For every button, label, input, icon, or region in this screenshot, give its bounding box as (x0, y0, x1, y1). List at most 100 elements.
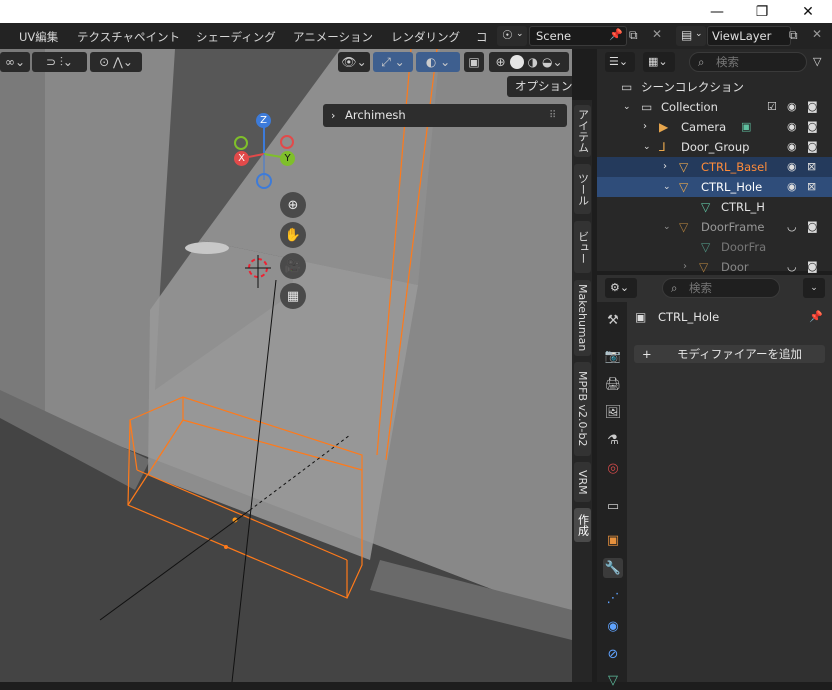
shading-mode-group[interactable]: ⊕ ◑ ◒⌄ (489, 52, 569, 72)
viewlayer-name-field[interactable]: ViewLayer (707, 26, 791, 46)
filter-icon[interactable]: ▽ (813, 52, 832, 72)
particles-icon[interactable]: ⋰ (603, 588, 623, 608)
tab-vrm[interactable]: VRM (574, 462, 591, 502)
outliner-editor-type-button[interactable]: ☰⌄ (605, 52, 635, 72)
add-modifier-button[interactable]: + モディファイアーを追加 (634, 345, 825, 363)
zoom-icon[interactable]: ⊕ (280, 192, 306, 218)
tab-uv-editing[interactable]: UV編集 (19, 23, 58, 49)
tab-mpfb[interactable]: MPFB v2.0-b2 (574, 362, 591, 456)
mesh-data-icon[interactable]: ▽ (603, 670, 623, 690)
tab-animation[interactable]: アニメーション (293, 23, 373, 49)
new-scene-icon[interactable]: ⧉ (629, 28, 638, 43)
options-dropdown[interactable]: オプション ⌄ (507, 76, 572, 97)
chevron-down-icon[interactable]: ⌄ (643, 137, 651, 157)
eye-icon[interactable]: ◉ (787, 97, 797, 117)
eye-icon[interactable]: ◉ (787, 177, 797, 197)
archimesh-panel-header[interactable]: › Archimesh ⠿ (323, 104, 567, 127)
gizmo-x-axis[interactable]: X (234, 151, 249, 166)
material-shading-icon[interactable]: ◑ (528, 55, 538, 69)
view-layer-icon[interactable]: 🖼 (603, 402, 623, 422)
chevron-down-icon[interactable]: ⌄ (623, 97, 631, 117)
chevron-right-icon[interactable]: › (643, 117, 647, 137)
properties-editor-type-button[interactable]: ⚙⌄ (605, 278, 637, 298)
delete-scene-icon[interactable]: ✕ (652, 27, 662, 41)
drag-handle-icon[interactable]: ⠿ (549, 104, 556, 127)
display-mode-button[interactable]: ▦⌄ (643, 52, 675, 72)
tool-settings-icon[interactable]: ⚒ (603, 310, 623, 330)
outliner-row-camera[interactable]: › ▶ Camera ▣ ◉ ◙ (597, 117, 832, 137)
proportional-edit-button[interactable]: ⊙ ⋀⌄ (90, 52, 142, 72)
tab-view[interactable]: ビュー (574, 221, 591, 273)
pin-icon[interactable]: 📌 (809, 310, 823, 323)
outliner-search-input[interactable]: ⌕ 検索 (689, 52, 807, 72)
outliner-row-doorframe-mesh[interactable]: ▽ DoorFra (597, 237, 832, 257)
grid-perspective-icon[interactable]: ▦ (280, 283, 306, 309)
outliner-row-ctrl-h-mesh[interactable]: ▽ CTRL_H (597, 197, 832, 217)
camera-data-icon[interactable]: ▣ (741, 117, 751, 137)
tab-makehuman[interactable]: Makehuman (574, 280, 591, 356)
eye-hidden-icon[interactable]: ◡ (787, 257, 797, 277)
wireframe-icon[interactable]: ⊕ (495, 55, 505, 69)
outliner-row-doorframe[interactable]: ⌄ ▽ DoorFrame ◡ ◙ (597, 217, 832, 237)
gizmo-z-axis[interactable]: Z (256, 113, 271, 128)
render-icon[interactable]: 📷 (603, 346, 623, 366)
scene-icon[interactable]: ⚗ (603, 430, 623, 450)
transform-pivot-button[interactable]: ∞⌄ (0, 52, 30, 72)
rendered-shading-icon[interactable]: ◒⌄ (542, 55, 563, 69)
tab-rendering[interactable]: レンダリング (391, 23, 460, 49)
tab-shading[interactable]: シェーディング (196, 23, 276, 49)
outliner-row-ctrl-base[interactable]: › ▽ CTRL_Basel ◉ ⊠ (597, 157, 832, 177)
camera-icon[interactable]: ◙ (807, 217, 818, 237)
viewlayer-browse-button[interactable]: ▤ ⌄ (676, 26, 706, 46)
output-icon[interactable]: 🖨 (603, 374, 623, 394)
outliner-row-ctrl-hole[interactable]: ⌄ ▽ CTRL_Hole ◉ ⊠ (597, 177, 832, 197)
eye-icon[interactable]: ◉ (787, 157, 797, 177)
gizmo-y-axis[interactable]: Y (280, 151, 295, 166)
eye-icon[interactable]: ◉ (787, 117, 797, 137)
scene-browse-button[interactable]: ☉ ⌄ (497, 26, 527, 46)
maximize-button[interactable]: ❐ (739, 0, 785, 23)
visibility-button[interactable]: 👁⌄ (338, 52, 370, 72)
new-viewlayer-icon[interactable]: ⧉ (789, 28, 798, 43)
xray-button[interactable]: ▣ (464, 52, 484, 72)
camera-disabled-icon[interactable]: ⊠ (807, 157, 816, 177)
outliner-row-scene-collection[interactable]: ▭ シーンコレクション (597, 77, 832, 97)
camera-disabled-icon[interactable]: ⊠ (807, 177, 816, 197)
physics-icon[interactable]: ◉ (603, 616, 623, 636)
options-dropdown-button[interactable]: ⌄ (803, 278, 825, 298)
chevron-down-icon[interactable]: ⌄ (663, 217, 671, 237)
pan-hand-icon[interactable]: ✋ (280, 222, 306, 248)
modifier-wrench-icon[interactable]: 🔧 (603, 558, 623, 578)
collection-icon[interactable]: ▭ (603, 496, 623, 516)
tab-create[interactable]: 作成 (574, 508, 591, 542)
overlay-toggle-button[interactable]: ◐ ⌄ (416, 52, 460, 72)
checkbox-icon[interactable]: ☑ (767, 97, 777, 117)
camera-icon[interactable]: ◙ (807, 137, 818, 157)
snap-button[interactable]: ⊃ ⫶⌄ (32, 52, 87, 72)
minimize-button[interactable]: — (694, 0, 740, 23)
camera-view-icon[interactable]: 🎥 (280, 253, 306, 279)
properties-search-input[interactable]: ⌕ 検索 (662, 278, 780, 298)
outliner-row-door-group[interactable]: ⌄ ⅃ Door_Group ◉ ◙ (597, 137, 832, 157)
solid-shading-icon[interactable] (509, 55, 524, 69)
close-button[interactable]: ✕ (785, 0, 831, 23)
outliner-row-collection[interactable]: ⌄ ▭ Collection ☑ ◉ ◙ (597, 97, 832, 117)
world-icon[interactable]: ◎ (603, 458, 623, 478)
camera-icon[interactable]: ◙ (807, 257, 818, 277)
constraints-icon[interactable]: ⊘ (603, 644, 623, 664)
pin-icon[interactable]: 📌 (609, 28, 623, 41)
camera-icon[interactable]: ◙ (807, 97, 818, 117)
tab-tool[interactable]: ツール (574, 164, 591, 214)
3d-viewport[interactable]: Z X Y ⊕ ✋ 🎥 ▦ ∞⌄ ⊃ ⫶⌄ ⊙ ⋀⌄ 👁⌄ ⤢ ⌄ ◐ ⌄ ▣ … (0, 49, 572, 682)
eye-icon[interactable]: ◉ (787, 137, 797, 157)
chevron-down-icon[interactable]: ⌄ (663, 177, 671, 197)
tab-texture-paint[interactable]: テクスチャペイント (77, 23, 180, 49)
delete-viewlayer-icon[interactable]: ✕ (812, 27, 822, 41)
chevron-right-icon[interactable]: › (683, 257, 687, 277)
tab-compositing[interactable]: コ (476, 23, 488, 49)
chevron-right-icon[interactable]: › (663, 157, 667, 177)
eye-hidden-icon[interactable]: ◡ (787, 217, 797, 237)
gizmo-toggle-button[interactable]: ⤢ ⌄ (373, 52, 413, 72)
camera-icon[interactable]: ◙ (807, 117, 818, 137)
tab-item[interactable]: アイテム (574, 105, 591, 157)
